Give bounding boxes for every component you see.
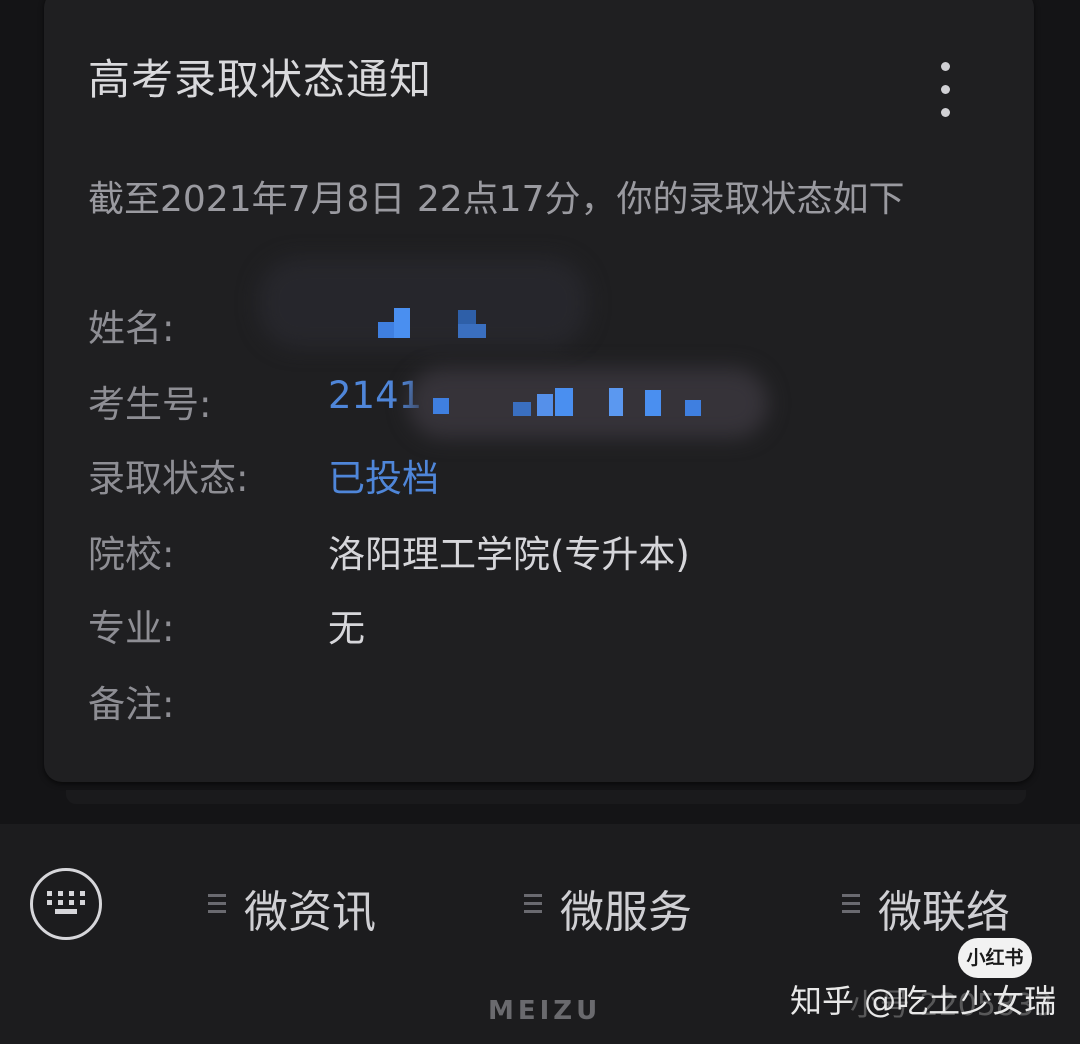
field-row-candidate-number: 考生号: 2141: [88, 368, 988, 438]
field-value-school: 洛阳理工学院(专升本): [328, 533, 690, 576]
menu-item-label: 微服务: [560, 887, 692, 938]
xiaohongshu-badge: 小红书: [958, 938, 1032, 978]
name-redaction-mosaic: [378, 308, 498, 344]
keyboard-icon[interactable]: [30, 868, 102, 940]
field-label-remarks: 备注:: [88, 683, 175, 726]
device-brand-logo: MEIZU: [488, 996, 602, 1026]
field-label-major: 专业:: [88, 607, 175, 650]
menu-item-label: 微资讯: [244, 887, 376, 938]
field-row-major: 专业: 无: [88, 598, 988, 650]
field-value-major: 无: [328, 607, 365, 650]
more-vertical-icon[interactable]: [924, 56, 964, 126]
menu-item-label: 微联络: [878, 887, 1010, 938]
admission-notice-card: 高考录取状态通知 截至2021年7月8日 22点17分，你的录取状态如下 姓名:…: [44, 0, 1034, 782]
screen: 高考录取状态通知 截至2021年7月8日 22点17分，你的录取状态如下 姓名:…: [0, 0, 1080, 1044]
menu-lines-icon: [524, 894, 542, 914]
menu-lines-icon: [842, 894, 860, 914]
field-label-school: 院校:: [88, 533, 175, 576]
field-label-admission-status: 录取状态:: [88, 457, 249, 500]
field-row-admission-status: 录取状态: 已投档: [88, 448, 988, 500]
official-account-menu-bar: 微资讯 微服务 微联络 MEIZU 小红书 小号 2205833 知乎 @吃土少…: [0, 824, 1080, 1044]
card-subtitle: 截至2021年7月8日 22点17分，你的录取状态如下: [88, 179, 905, 220]
candidate-number-redaction-mosaic: [433, 388, 703, 422]
field-row-remarks: 备注:: [88, 674, 988, 726]
card-stack-edge: [66, 790, 1026, 804]
card-title: 高考录取状态通知: [88, 55, 433, 104]
field-row-school: 院校: 洛阳理工学院(专升本): [88, 524, 988, 576]
field-row-name: 姓名:: [88, 258, 988, 350]
field-value-admission-status: 已投档: [328, 457, 439, 500]
menu-lines-icon: [208, 894, 226, 914]
zhihu-watermark: 知乎 @吃土少女瑞: [790, 982, 1057, 1020]
field-label-name: 姓名:: [88, 307, 175, 350]
field-label-candidate-number: 考生号:: [88, 383, 212, 426]
